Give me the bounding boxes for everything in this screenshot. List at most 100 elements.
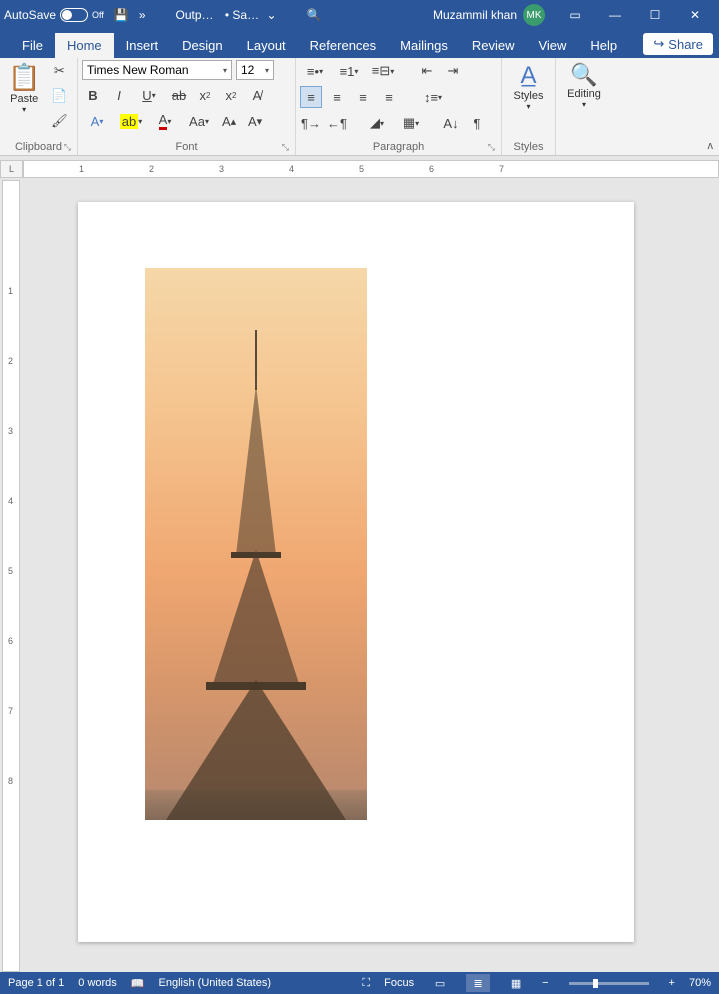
ribbon-tabs: File Home Insert Design Layout Reference… [0, 30, 719, 58]
line-spacing-button[interactable]: ↕≡ ▾ [418, 86, 448, 108]
dialog-launcher-icon[interactable]: ⤡ [64, 142, 71, 153]
document-title[interactable]: Outp… • Sa… ⌄ [176, 8, 277, 22]
superscript-button[interactable]: x2 [220, 84, 242, 106]
increase-indent-button[interactable]: ⇥ [442, 60, 464, 82]
web-layout-icon[interactable]: ▦ [504, 974, 528, 992]
zoom-in-button[interactable]: + [669, 977, 675, 989]
shrink-font-button[interactable]: A▾ [244, 110, 266, 132]
group-editing: 🔍 Editing ▾ [556, 58, 612, 155]
autosave-switch[interactable] [60, 8, 88, 22]
tab-layout[interactable]: Layout [235, 33, 298, 58]
copy-icon[interactable]: 📄 [48, 85, 70, 107]
editing-button[interactable]: 🔍 Editing ▾ [563, 60, 605, 111]
ribbon-display-icon[interactable]: ▭ [555, 0, 595, 30]
multilevel-list-button[interactable]: ≡⊟ ▾ [368, 60, 398, 82]
italic-button[interactable]: I [108, 84, 130, 106]
group-paragraph: ≡• ▾ ≡1 ▾ ≡⊟ ▾ ⇤ ⇥ ≡ ≡ ≡ ≡ ↕≡ ▾ ¶→ ←¶ ◢ … [296, 58, 502, 155]
page-indicator[interactable]: Page 1 of 1 [8, 977, 64, 989]
save-icon[interactable]: 💾 [114, 8, 129, 22]
find-icon: 🔍 [570, 62, 597, 88]
focus-mode-button[interactable]: Focus [384, 977, 414, 989]
sort-button[interactable]: A↓ [440, 112, 462, 134]
shading-button[interactable]: ◢ ▾ [362, 112, 392, 134]
tab-home[interactable]: Home [55, 33, 114, 58]
dialog-launcher-icon[interactable]: ⤡ [282, 142, 289, 153]
group-label-font: Font ⤡ [82, 141, 291, 155]
tab-selector[interactable]: L [0, 160, 23, 178]
zoom-slider[interactable] [569, 982, 649, 985]
group-label-paragraph: Paragraph ⤡ [300, 141, 497, 155]
collapse-ribbon-icon[interactable]: ʌ [708, 140, 714, 152]
text-effects-button[interactable]: A ▾ [82, 110, 112, 132]
align-right-button[interactable]: ≡ [352, 86, 374, 108]
share-button[interactable]: ↪ Share [643, 33, 713, 55]
vertical-ruler[interactable]: 1 2 3 4 5 6 7 8 [2, 180, 20, 972]
change-case-button[interactable]: Aa ▾ [184, 110, 214, 132]
tab-review[interactable]: Review [460, 33, 527, 58]
ltr-direction-button[interactable]: ¶→ [300, 112, 322, 134]
autosave-state: Off [92, 10, 104, 20]
highlight-button[interactable]: ab▾ [116, 110, 146, 132]
group-label-clipboard: Clipboard ⤡ [4, 141, 73, 155]
styles-button[interactable]: A̲ Styles ▾ [510, 60, 548, 113]
inserted-image[interactable] [145, 268, 367, 820]
paste-icon: 📋 [8, 62, 40, 93]
quick-access-more-icon[interactable]: » [139, 8, 146, 22]
minimize-icon[interactable]: — [595, 0, 635, 30]
tab-mailings[interactable]: Mailings [388, 33, 460, 58]
tab-design[interactable]: Design [170, 33, 234, 58]
decrease-indent-button[interactable]: ⇤ [416, 60, 438, 82]
underline-button[interactable]: U ▾ [134, 84, 164, 106]
font-size-select[interactable]: 12▾ [236, 60, 274, 80]
focus-icon: ⛶ [362, 977, 370, 990]
bold-button[interactable]: B [82, 84, 104, 106]
clear-formatting-icon[interactable]: A̸ [246, 84, 268, 106]
horizontal-ruler[interactable]: 1 2 3 4 5 6 7 [23, 160, 719, 178]
group-font: Times New Roman▾ 12▾ B I U ▾ ab x2 x2 A̸… [78, 58, 296, 155]
zoom-out-button[interactable]: − [542, 977, 548, 989]
show-marks-button[interactable]: ¶ [466, 112, 488, 134]
numbering-button[interactable]: ≡1 ▾ [334, 60, 364, 82]
cut-icon[interactable]: ✂ [48, 60, 70, 82]
autosave-label: AutoSave [4, 8, 56, 22]
justify-button[interactable]: ≡ [378, 86, 400, 108]
strikethrough-button[interactable]: ab [168, 84, 190, 106]
spell-check-icon[interactable]: 📖 [131, 977, 145, 990]
group-label-editing [560, 153, 608, 155]
tab-references[interactable]: References [298, 33, 388, 58]
align-left-button[interactable]: ≡ [300, 86, 322, 108]
autosave-toggle[interactable]: AutoSave Off [4, 8, 104, 22]
document-area: L 1 2 3 4 5 6 7 1 2 3 4 5 6 7 8 [0, 156, 719, 972]
bullets-button[interactable]: ≡• ▾ [300, 60, 330, 82]
group-label-styles: Styles [506, 141, 551, 155]
read-mode-icon[interactable]: ▭ [428, 974, 452, 992]
print-layout-icon[interactable]: ≣ [466, 974, 490, 992]
rtl-direction-button[interactable]: ←¶ [326, 112, 348, 134]
document-page[interactable] [78, 202, 634, 942]
borders-button[interactable]: ▦ ▾ [396, 112, 426, 134]
zoom-level[interactable]: 70% [689, 977, 711, 989]
tab-file[interactable]: File [10, 33, 55, 58]
font-color-button[interactable]: A ▾ [150, 110, 180, 132]
grow-font-button[interactable]: A▴ [218, 110, 240, 132]
dialog-launcher-icon[interactable]: ⤡ [488, 142, 495, 153]
tab-insert[interactable]: Insert [114, 33, 171, 58]
share-icon: ↪ [653, 36, 664, 52]
align-center-button[interactable]: ≡ [326, 86, 348, 108]
subscript-button[interactable]: x2 [194, 84, 216, 106]
word-count[interactable]: 0 words [78, 977, 117, 989]
maximize-icon[interactable]: ☐ [635, 0, 675, 30]
search-icon[interactable]: 🔍 [307, 8, 322, 22]
user-avatar[interactable]: MK [523, 4, 545, 26]
user-name[interactable]: Muzammil khan [433, 8, 517, 22]
language-indicator[interactable]: English (United States) [159, 977, 272, 989]
tab-view[interactable]: View [526, 33, 578, 58]
tab-help[interactable]: Help [578, 33, 629, 58]
group-clipboard: 📋 Paste ▾ ✂ 📄 🖌 Clipboard ⤡ [0, 58, 78, 155]
paste-button[interactable]: 📋 Paste ▾ [4, 60, 44, 116]
close-icon[interactable]: ✕ [675, 0, 715, 30]
chevron-down-icon: ▾ [22, 105, 26, 114]
format-painter-icon[interactable]: 🖌 [48, 110, 70, 132]
font-name-select[interactable]: Times New Roman▾ [82, 60, 232, 80]
ribbon: 📋 Paste ▾ ✂ 📄 🖌 Clipboard ⤡ Times New Ro… [0, 58, 719, 156]
